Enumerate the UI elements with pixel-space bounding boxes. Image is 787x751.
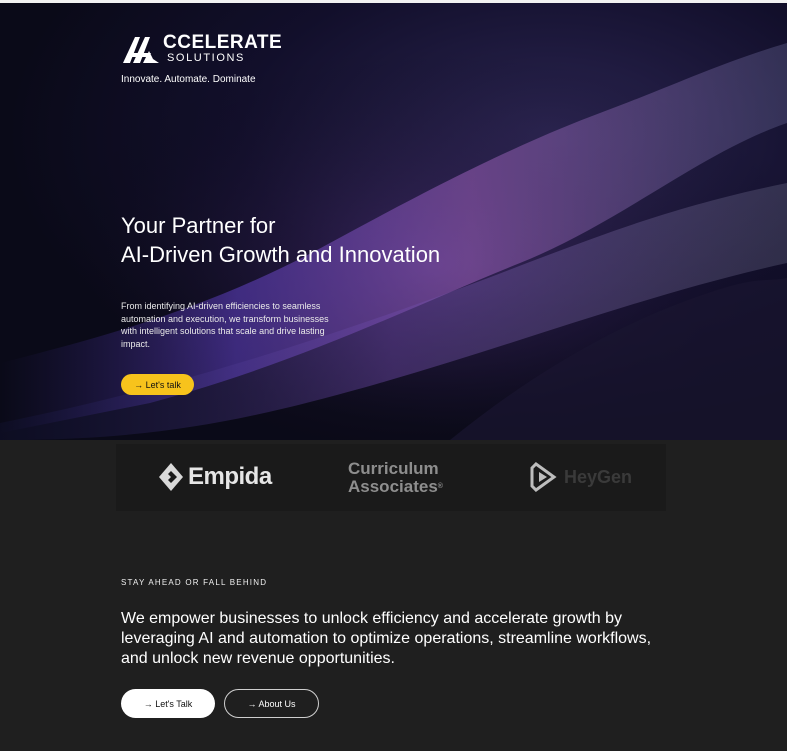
- accelerate-logo-icon: [123, 37, 159, 63]
- client-name-heygen: HeyGen: [564, 466, 633, 487]
- registered-mark: ®: [437, 483, 443, 490]
- client-logo-empida: Empida: [158, 462, 272, 492]
- client-logo-heygen: HeyGen: [530, 462, 632, 492]
- hero-description: From identifying AI-driven efficiencies …: [121, 301, 329, 349]
- client-logo-curriculum-associates: Curriculum Associates®: [348, 460, 443, 496]
- empida-logo-icon: [159, 463, 183, 491]
- about-us-button[interactable]: → About Us: [224, 689, 319, 718]
- brand-wordmark: CCELERATE SOLUTIONS: [163, 32, 283, 65]
- brand-subname: SOLUTIONS: [167, 52, 245, 64]
- client-name-empida: Empida: [188, 463, 272, 490]
- hero-headline: Your Partner for AI-Driven Growth and In…: [121, 211, 440, 269]
- client-name-curriculum-line2: Associates: [348, 477, 438, 496]
- mission-eyebrow: STAY AHEAD OR FALL BEHIND: [121, 578, 268, 587]
- client-name-curriculum-line1: Curriculum: [348, 459, 439, 478]
- brand-logo[interactable]: CCELERATE SOLUTIONS: [121, 33, 282, 65]
- lets-talk-button[interactable]: → Let's Talk: [121, 689, 215, 718]
- lets-talk-hero-button[interactable]: → Let's talk: [121, 374, 194, 395]
- page: CCELERATE SOLUTIONS Innovate. Automate. …: [0, 0, 787, 751]
- brand-tagline: Innovate. Automate. Dominate: [121, 74, 256, 85]
- hero-headline-line2: AI-Driven Growth and Innovation: [121, 242, 441, 267]
- client-logos-strip: Empida Curriculum Associates® HeyGen: [116, 444, 666, 511]
- hero-headline-line1: Your Partner for: [121, 213, 276, 238]
- hero-section: CCELERATE SOLUTIONS Innovate. Automate. …: [0, 3, 787, 440]
- mission-statement: We empower businesses to unlock efficien…: [121, 610, 652, 667]
- brand-name: CCELERATE: [163, 32, 283, 53]
- heygen-logo-icon: [530, 462, 557, 492]
